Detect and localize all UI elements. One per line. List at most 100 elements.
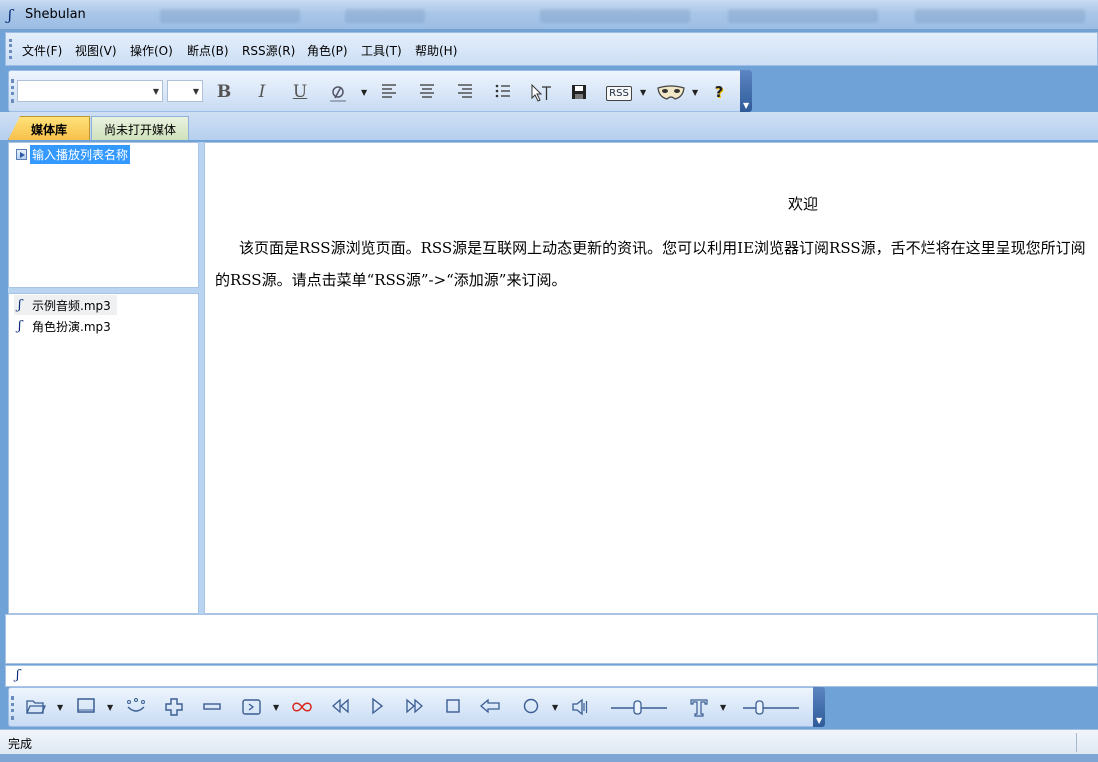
toolbar-grip[interactable] bbox=[9, 39, 12, 59]
remove-breakpoint-button[interactable] bbox=[200, 695, 224, 719]
highlight-color-button[interactable] bbox=[326, 80, 350, 104]
align-center-icon bbox=[420, 84, 434, 98]
cursor-text-icon bbox=[531, 84, 551, 102]
menu-role[interactable]: 角色(P) bbox=[307, 42, 348, 59]
play-button[interactable] bbox=[365, 695, 389, 719]
window-bottom-edge bbox=[0, 754, 1098, 762]
welcome-paragraph: 该页面是RSS源浏览页面。RSS源是互联网上动态更新的资讯。您可以利用IE浏览器… bbox=[215, 232, 1098, 296]
floppy-disk-icon bbox=[572, 85, 586, 99]
status-separator bbox=[1076, 733, 1077, 752]
menu-breakpoint[interactable]: 断点(B) bbox=[187, 42, 229, 59]
stop-button[interactable] bbox=[441, 695, 465, 719]
font-size-combo[interactable]: ▼ bbox=[167, 80, 203, 102]
font-family-combo[interactable]: ▼ bbox=[17, 80, 163, 102]
bullet-list-button[interactable] bbox=[491, 80, 515, 104]
role-mask-button[interactable] bbox=[655, 80, 687, 104]
chevron-down-icon[interactable]: ▼ bbox=[640, 88, 646, 97]
toolbar-overflow-button[interactable]: ▼ bbox=[740, 70, 752, 112]
fast-forward-button[interactable] bbox=[403, 695, 427, 719]
question-mark-icon: ? bbox=[714, 83, 724, 101]
arrow-left-icon bbox=[480, 698, 500, 714]
record-button[interactable] bbox=[519, 695, 543, 719]
align-left-icon bbox=[382, 84, 396, 98]
rss-browser-panel bbox=[204, 142, 1098, 614]
menu-action[interactable]: 操作(O) bbox=[130, 42, 173, 59]
speed-button[interactable] bbox=[687, 695, 711, 719]
status-bar: 完成 bbox=[0, 729, 1098, 754]
toolbar-overflow-button[interactable]: ▼ bbox=[813, 687, 825, 727]
menu-file[interactable]: 文件(F) bbox=[22, 42, 62, 59]
toolbar-grip[interactable] bbox=[11, 79, 14, 103]
chevron-down-icon: ▼ bbox=[816, 716, 823, 725]
tab-media-library[interactable]: 媒体库 bbox=[8, 116, 90, 140]
italic-button[interactable]: I bbox=[250, 80, 274, 104]
rss-button[interactable]: RSS bbox=[605, 80, 633, 104]
plus-icon bbox=[165, 698, 183, 716]
app-icon: ʃ bbox=[8, 6, 13, 24]
rewind-icon bbox=[332, 698, 349, 714]
rss-label: RSS bbox=[606, 86, 632, 101]
chevron-down-icon[interactable]: ▼ bbox=[273, 703, 279, 712]
speaker-icon bbox=[572, 698, 588, 716]
chevron-down-icon[interactable]: ▼ bbox=[720, 703, 726, 712]
view-mode-button[interactable] bbox=[74, 695, 98, 719]
chevron-down-icon[interactable]: ▼ bbox=[692, 88, 698, 97]
toolbar-grip[interactable] bbox=[11, 696, 14, 720]
text-select-button[interactable] bbox=[529, 80, 553, 104]
file-list-panel bbox=[8, 293, 199, 614]
window-title: Shebulan bbox=[25, 7, 86, 22]
rewind-button[interactable] bbox=[328, 695, 352, 719]
welcome-paragraph-text: 该页面是RSS源浏览页面。RSS源是互联网上动态更新的资讯。您可以利用IE浏览器… bbox=[215, 239, 1086, 289]
background-window-tab bbox=[915, 9, 1085, 23]
background-window-tab bbox=[540, 9, 690, 23]
folder-open-icon bbox=[26, 700, 46, 714]
open-button[interactable] bbox=[24, 695, 48, 719]
add-breakpoint-button[interactable] bbox=[162, 695, 186, 719]
speed-slider[interactable] bbox=[742, 697, 800, 717]
infinity-icon bbox=[292, 702, 312, 712]
file-name: 角色扮演.mp3 bbox=[32, 319, 111, 334]
stop-icon bbox=[446, 699, 460, 713]
media-info-strip bbox=[5, 614, 1098, 664]
volume-slider[interactable] bbox=[610, 697, 668, 717]
back-button[interactable] bbox=[478, 695, 502, 719]
role-button[interactable] bbox=[124, 695, 148, 719]
align-right-button[interactable] bbox=[453, 80, 477, 104]
menu-tools[interactable]: 工具(T) bbox=[361, 42, 402, 59]
align-center-button[interactable] bbox=[415, 80, 439, 104]
file-list-item[interactable]: ʃ 示例音频.mp3 bbox=[14, 295, 117, 315]
save-button[interactable] bbox=[567, 80, 591, 104]
playlist-icon bbox=[16, 148, 27, 160]
menu-view[interactable]: 视图(V) bbox=[75, 42, 117, 59]
status-text: 完成 bbox=[8, 737, 33, 751]
text-tool-icon bbox=[690, 699, 708, 717]
tab-unopened-media[interactable]: 尚未打开媒体 bbox=[91, 116, 189, 140]
chevron-down-icon[interactable]: ▼ bbox=[57, 703, 63, 712]
slider-track bbox=[611, 700, 667, 715]
chevron-down-icon[interactable]: ▼ bbox=[361, 88, 367, 97]
chevron-down-icon: ▼ bbox=[152, 87, 159, 96]
underline-button[interactable]: U bbox=[288, 80, 312, 104]
help-button[interactable]: ? bbox=[707, 80, 731, 104]
bullet-list-icon bbox=[495, 84, 510, 98]
face-icon bbox=[127, 698, 145, 712]
bold-button[interactable]: B bbox=[212, 80, 236, 104]
play-icon bbox=[372, 697, 384, 715]
mask-icon bbox=[657, 85, 685, 100]
playlist-panel bbox=[8, 142, 199, 288]
playlist-tree-item[interactable]: 输入播放列表名称 bbox=[16, 144, 131, 164]
title-bar: ʃ Shebulan bbox=[0, 0, 1098, 30]
chevron-down-icon[interactable]: ▼ bbox=[552, 703, 558, 712]
chevron-down-icon: ▼ bbox=[192, 87, 199, 96]
background-window-tab bbox=[160, 9, 300, 23]
loop-segment-button[interactable] bbox=[240, 695, 264, 719]
audio-file-icon: ʃ bbox=[18, 297, 22, 313]
file-list-item[interactable]: ʃ 角色扮演.mp3 bbox=[14, 316, 117, 336]
menu-help[interactable]: 帮助(H) bbox=[415, 42, 457, 59]
menu-rss[interactable]: RSS源(R) bbox=[242, 42, 295, 59]
align-left-button[interactable] bbox=[377, 80, 401, 104]
app-icon: ʃ bbox=[16, 668, 20, 683]
volume-button[interactable] bbox=[568, 695, 592, 719]
chevron-down-icon[interactable]: ▼ bbox=[107, 703, 113, 712]
repeat-ab-button[interactable] bbox=[290, 695, 314, 719]
